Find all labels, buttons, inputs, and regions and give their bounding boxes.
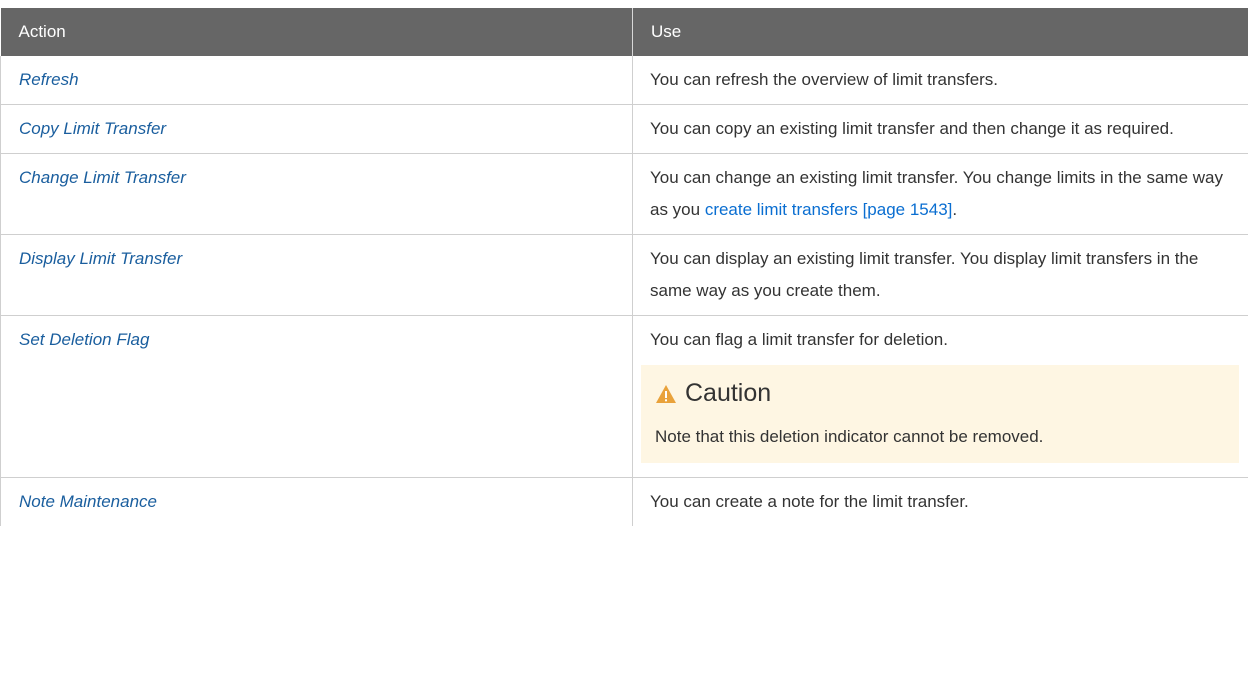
use-text: You can refresh the overview of limit tr… [650,70,999,89]
action-cell-copy-limit-transfer: Copy Limit Transfer [0,104,633,154]
action-cell-change-limit-transfer: Change Limit Transfer [0,153,633,235]
column-header-use: Use [632,8,1248,56]
create-limit-transfers-link[interactable]: create limit transfers [page 1543] [705,200,953,219]
use-text: You can copy an existing limit transfer … [650,119,1174,138]
action-cell-set-deletion-flag: Set Deletion Flag [0,315,633,478]
use-cell: You can refresh the overview of limit tr… [632,56,1248,105]
use-text: You can create a note for the limit tran… [650,492,969,511]
table-row: Note Maintenance You can create a note f… [0,477,1248,526]
caution-box: Caution Note that this deletion indicato… [641,365,1239,463]
use-cell: You can change an existing limit transfe… [632,153,1248,235]
use-text: You can flag a limit transfer for deleti… [650,330,948,349]
table-row: Copy Limit Transfer You can copy an exis… [0,104,1248,154]
caution-text: Note that this deletion indicator cannot… [655,427,1044,446]
use-text: You can display an existing limit transf… [650,249,1199,300]
caution-header: Caution [655,373,1229,413]
table-row: Change Limit Transfer You can change an … [0,153,1248,235]
warning-triangle-icon [655,383,677,403]
use-text-suffix: . [952,200,958,219]
table-header-row: Action Use [0,8,1248,56]
table-row: Set Deletion Flag You can flag a limit t… [0,315,1248,478]
action-cell-refresh: Refresh [0,56,633,105]
use-cell: You can display an existing limit transf… [632,234,1248,316]
use-text: You can change an existing limit transfe… [641,162,1239,226]
use-cell: You can copy an existing limit transfer … [632,104,1248,154]
caution-title: Caution [685,379,772,407]
use-cell: You can flag a limit transfer for deleti… [632,315,1248,478]
column-header-action: Action [0,8,633,56]
table-row: Refresh You can refresh the overview of … [0,56,1248,105]
action-cell-display-limit-transfer: Display Limit Transfer [0,234,633,316]
table-row: Display Limit Transfer You can display a… [0,234,1248,316]
use-cell: You can create a note for the limit tran… [632,477,1248,526]
actions-table: Action Use Refresh You can refresh the o… [0,8,1248,526]
action-cell-note-maintenance: Note Maintenance [0,477,633,526]
